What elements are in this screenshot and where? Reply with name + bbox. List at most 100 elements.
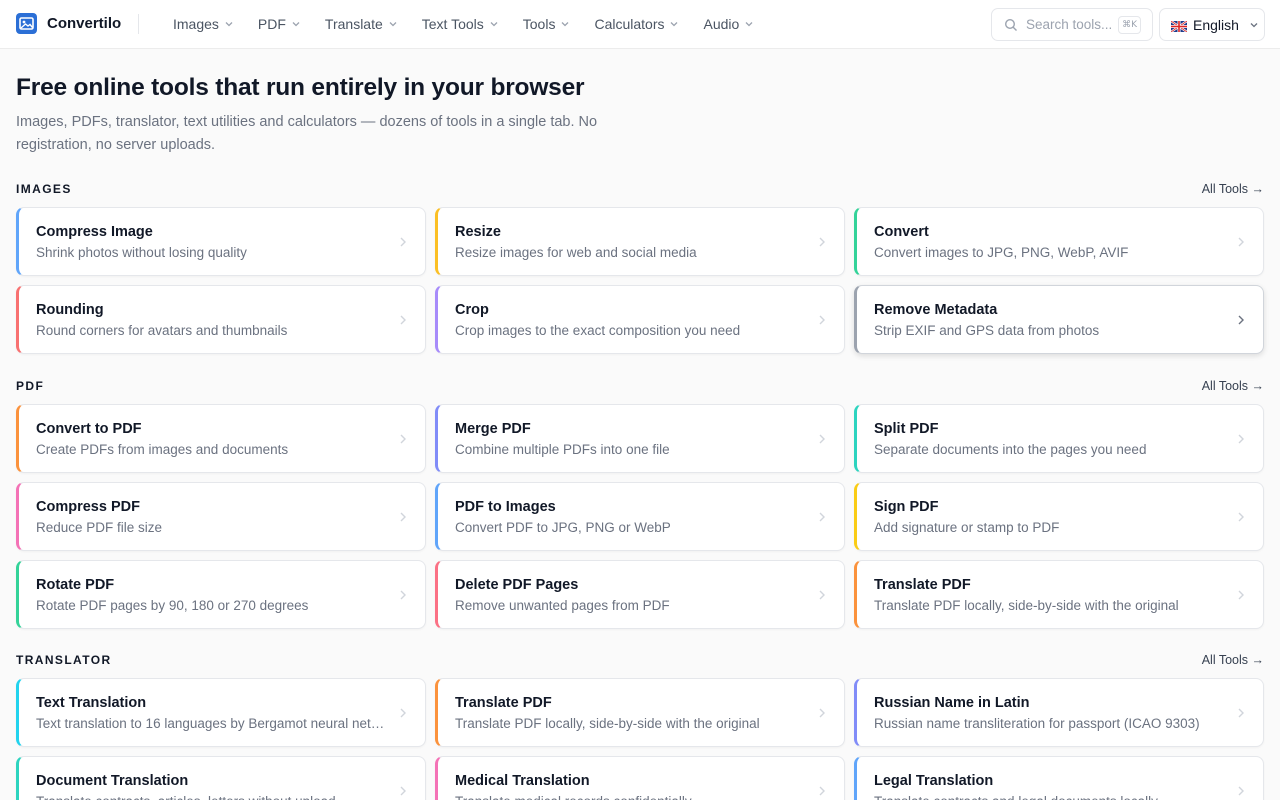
tool-card[interactable]: Delete PDF Pages Remove unwanted pages fr… (435, 560, 845, 629)
nav-label: Tools (522, 16, 556, 32)
tool-card-title: Russian Name in Latin (874, 695, 1030, 711)
tool-card[interactable]: Text Translation Text translation to 16 l… (16, 678, 426, 747)
tool-card[interactable]: Merge PDF Combine multiple PDFs into one … (435, 404, 845, 473)
tool-card-title: Rounding (36, 302, 104, 318)
tool-card[interactable]: Legal Translation Translate contracts and… (854, 756, 1264, 800)
tool-card[interactable]: Rotate PDF Rotate PDF pages by 90, 180 or… (16, 560, 426, 629)
all-tools-link[interactable]: All Tools → (1202, 379, 1264, 393)
tool-card-description: Rotate PDF pages by 90, 180 or 270 degre… (36, 598, 309, 613)
brand-logo-icon (16, 13, 37, 34)
tool-card-title: Legal Translation (874, 773, 994, 789)
tool-card-title: PDF to Images (455, 499, 556, 515)
chevron-right-icon (819, 315, 825, 325)
search-box[interactable]: ⌘K (991, 8, 1153, 41)
chevron-right-icon (400, 786, 406, 796)
tool-card-description: Remove unwanted pages from PDF (455, 598, 670, 613)
search-input[interactable] (1026, 17, 1118, 32)
tool-card-description: Convert images to JPG, PNG, WebP, AVIF (874, 245, 1129, 260)
chevron-down-icon (292, 22, 300, 27)
tool-card[interactable]: Sign PDF Add signature or stamp to PDF (854, 482, 1264, 551)
tool-card-title: Translate PDF (455, 695, 552, 711)
nav-label: Text Tools (421, 16, 484, 32)
brand[interactable]: Convertilo (16, 13, 121, 34)
tool-card-description: Text translation to 16 languages by Berg… (36, 716, 389, 731)
tool-card[interactable]: Crop Crop images to the exact composition… (435, 285, 845, 354)
tool-card-title: Delete PDF Pages (455, 577, 579, 593)
chevron-right-icon (400, 315, 406, 325)
tool-card[interactable]: Medical Translation Translate medical rec… (435, 756, 845, 800)
tool-card[interactable]: Translate PDF Translate PDF locally, side… (854, 560, 1264, 629)
chevron-right-icon (819, 590, 825, 600)
tool-card[interactable]: Rounding Round corners for avatars and th… (16, 285, 426, 354)
tool-card-title: Resize (455, 224, 501, 240)
chevron-right-icon (819, 786, 825, 796)
chevron-right-icon (1238, 786, 1244, 796)
tool-card-description: Separate documents into the pages you ne… (874, 442, 1147, 457)
tool-card[interactable]: Compress PDF Reduce PDF file size (16, 482, 426, 551)
chevron-right-icon (400, 708, 406, 718)
chevron-right-icon (400, 590, 406, 600)
nav-label: Audio (703, 16, 740, 32)
chevron-right-icon (1238, 237, 1244, 247)
tool-card[interactable]: Remove Metadata Strip EXIF and GPS data f… (854, 285, 1264, 354)
chevron-down-icon (1250, 22, 1258, 27)
chevron-right-icon (1238, 590, 1244, 600)
search-icon (1004, 18, 1017, 31)
tool-card[interactable]: PDF to Images Convert PDF to JPG, PNG or … (435, 482, 845, 551)
chevron-right-icon (400, 237, 406, 247)
nav-images[interactable]: Images (173, 16, 234, 32)
chevron-down-icon (225, 22, 233, 27)
chevron-down-icon (490, 22, 498, 27)
nav-translate[interactable]: Translate (325, 16, 398, 32)
nav-calculators[interactable]: Calculators (594, 16, 679, 32)
tool-card-title: Compress PDF (36, 499, 140, 515)
tool-card-description: Resize images for web and social media (455, 245, 697, 260)
chevron-down-icon (389, 22, 397, 27)
chevron-down-icon (745, 22, 753, 27)
nav-text-tools[interactable]: Text Tools (422, 16, 499, 32)
section-header-translator: TRANSLATOR All Tools → (16, 652, 1264, 668)
tool-card-title: Medical Translation (455, 773, 590, 789)
chevron-right-icon (400, 434, 406, 444)
tool-card[interactable]: Translate PDF Translate PDF locally, side… (435, 678, 845, 747)
tool-card-title: Convert to PDF (36, 421, 142, 437)
chevron-right-icon (1238, 512, 1244, 522)
chevron-right-icon (1238, 708, 1244, 718)
tool-card-title: Document Translation (36, 773, 189, 789)
chevron-right-icon (400, 512, 406, 522)
tool-card[interactable]: Convert Convert images to JPG, PNG, WebP,… (854, 207, 1264, 276)
chevron-down-icon (671, 22, 678, 27)
section-title: IMAGES (16, 182, 72, 196)
page-title: Free online tools that run entirely in y… (16, 74, 585, 101)
tool-card-description: Translate medical records confidentially (455, 794, 808, 800)
tools-grid-pdf: Convert to PDF Create PDFs from images an… (16, 404, 1264, 629)
all-tools-link[interactable]: All Tools → (1202, 182, 1264, 196)
all-tools-link[interactable]: All Tools → (1202, 653, 1264, 667)
tools-grid-translator: Text Translation Text translation to 16 l… (16, 678, 1264, 800)
tool-card[interactable]: Compress Image Shrink photos without losi… (16, 207, 426, 276)
section-header-images: IMAGES All Tools → (16, 181, 1264, 197)
chevron-right-icon (819, 512, 825, 522)
tool-card[interactable]: Convert to PDF Create PDFs from images an… (16, 404, 426, 473)
nav-pdf[interactable]: PDF (258, 16, 301, 32)
search-shortcut: ⌘K (1118, 16, 1141, 34)
language-label: English (1193, 16, 1239, 33)
tool-card-description: Combine multiple PDFs into one file (455, 442, 670, 457)
language-select[interactable]: English (1159, 8, 1265, 41)
tool-card-description: Round corners for avatars and thumbnails (36, 323, 288, 338)
tool-card[interactable]: Split PDF Separate documents into the pag… (854, 404, 1264, 473)
tool-card[interactable]: Resize Resize images for web and social m… (435, 207, 845, 276)
nav-tools[interactable]: Tools (523, 16, 571, 32)
tools-grid-images: Compress Image Shrink photos without losi… (16, 207, 1264, 354)
tool-card[interactable]: Document Translation Translate contracts,… (16, 756, 426, 800)
nav-audio[interactable]: Audio (703, 16, 754, 32)
top-header: Convertilo Images PDF Translate Text Too… (0, 0, 1280, 49)
page-subtitle: Images, PDFs, translator, text utilities… (16, 114, 598, 153)
section-title: TRANSLATOR (16, 653, 112, 667)
chevron-down-icon (561, 22, 569, 27)
tool-card-description: Create PDFs from images and documents (36, 442, 289, 457)
tool-card-description: Translate PDF locally, side-by-side with… (874, 598, 1179, 613)
main-nav: Images PDF Translate Text Tools Tools Ca… (173, 0, 778, 48)
chevron-right-icon (819, 237, 825, 247)
tool-card[interactable]: Russian Name in Latin Russian name transl… (854, 678, 1264, 747)
